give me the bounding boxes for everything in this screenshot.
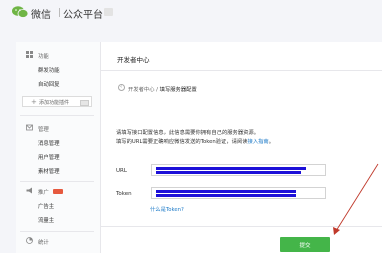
annotation-arrow-icon	[333, 163, 379, 235]
